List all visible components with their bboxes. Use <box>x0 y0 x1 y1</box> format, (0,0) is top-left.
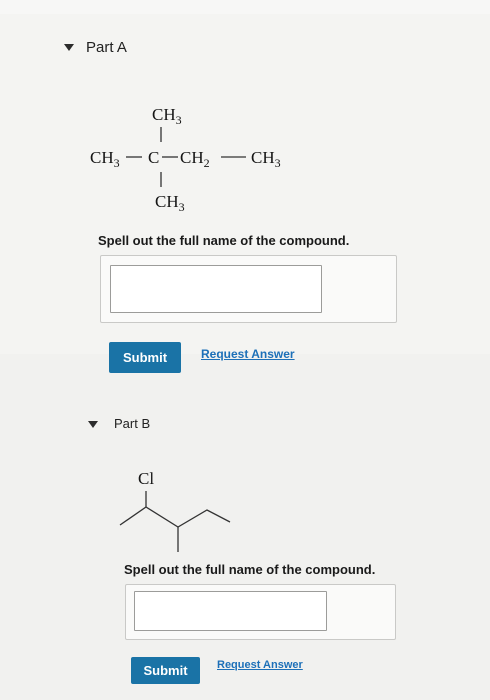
collapse-part-b-icon[interactable] <box>88 421 98 428</box>
chlorine-label: Cl <box>138 469 154 488</box>
methyl-bottom-label: CH3 <box>155 192 185 214</box>
part-a-answer-input[interactable] <box>110 265 322 313</box>
part-a-title[interactable]: Part A <box>86 39 127 56</box>
chain-c-center: C <box>148 148 159 167</box>
part-a-request-answer-link[interactable]: Request Answer <box>201 347 295 361</box>
part-b-structure: Cl <box>119 469 231 552</box>
collapse-part-a-icon[interactable] <box>64 44 74 51</box>
top-bar <box>0 0 490 15</box>
chain-ch3-left: CH3 <box>90 148 120 170</box>
part-b-request-answer-link[interactable]: Request Answer <box>217 659 303 671</box>
chain-ch3-right: CH3 <box>251 148 281 170</box>
part-b-title[interactable]: Part B <box>114 416 150 431</box>
part-a-question: Spell out the full name of the compound. <box>98 233 350 248</box>
part-a-submit-button[interactable]: Submit <box>109 342 181 373</box>
part-b-answer-input[interactable] <box>134 591 327 631</box>
skeletal-chain <box>119 506 231 528</box>
chain-ch2: CH2 <box>180 148 210 170</box>
part-b-question: Spell out the full name of the compound. <box>124 562 376 577</box>
part-b-submit-button[interactable]: Submit <box>131 657 200 684</box>
methyl-top-label: CH3 <box>152 105 182 127</box>
